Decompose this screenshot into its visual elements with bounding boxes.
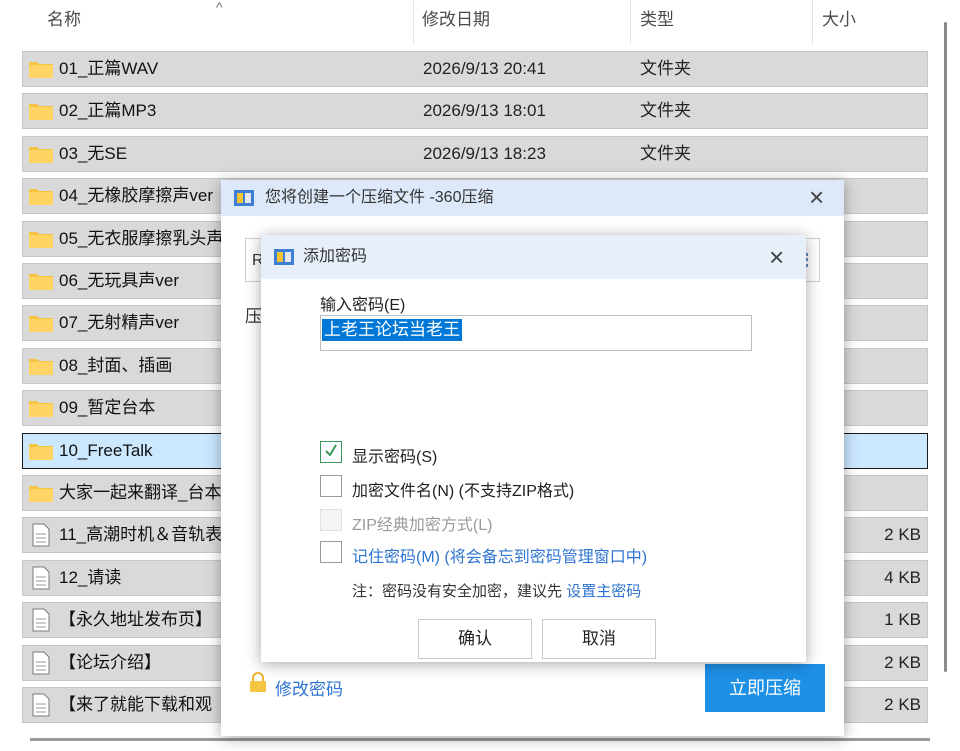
document-icon — [32, 523, 50, 547]
file-name: 11_高潮时机＆音轨表 — [59, 525, 223, 544]
column-divider[interactable] — [812, 0, 813, 44]
file-name: 08_封面、插画 — [59, 356, 173, 375]
zip-classic-checkbox — [320, 509, 342, 531]
folder-icon — [29, 444, 53, 460]
column-type-header[interactable]: 类型 — [640, 0, 674, 44]
app-360-icon — [234, 190, 254, 206]
document-icon — [32, 566, 50, 590]
folder-row[interactable]: 01_正篇WAV 2026/9/13 20:41 文件夹 — [22, 51, 928, 87]
password-input-label: 输入密码(E) — [320, 297, 406, 314]
file-name: 05_无衣服摩擦乳头声 — [59, 229, 224, 248]
column-header: 名称 ^ 修改日期 类型 大小 — [0, 0, 935, 44]
compress-dialog-titlebar[interactable]: 您将创建一个压缩文件 -360压缩 × — [221, 180, 844, 216]
close-icon[interactable]: × — [769, 244, 784, 270]
folder-icon — [29, 189, 53, 205]
remember-password-checkbox[interactable] — [320, 541, 342, 563]
encrypt-filenames-checkbox[interactable] — [320, 475, 342, 497]
folder-row[interactable]: 03_无SE 2026/9/13 18:23 文件夹 — [22, 136, 928, 172]
folder-icon — [29, 274, 53, 290]
folder-row[interactable]: 02_正篇MP3 2026/9/13 18:01 文件夹 — [22, 93, 928, 129]
folder-icon — [29, 486, 53, 502]
file-size: 2 KB — [884, 695, 921, 714]
column-date-header[interactable]: 修改日期 — [422, 0, 490, 44]
file-type: 文件夹 — [640, 59, 691, 78]
folder-icon — [29, 232, 53, 248]
cancel-button[interactable]: 取消 — [542, 619, 656, 659]
horizontal-scrollbar[interactable] — [30, 738, 930, 741]
set-master-password-link[interactable]: 设置主密码 — [566, 583, 641, 600]
file-name: 01_正篇WAV — [59, 59, 159, 78]
file-date: 2026/9/13 18:01 — [423, 101, 546, 120]
zip-classic-label: ZIP经典加密方式(L) — [352, 517, 493, 534]
password-dialog-title: 添加密码 — [303, 248, 368, 265]
folder-icon — [29, 147, 53, 163]
file-date: 2026/9/13 18:23 — [423, 144, 546, 163]
file-name: 02_正篇MP3 — [59, 101, 157, 120]
file-name: 04_无橡胶摩擦声ver — [59, 186, 213, 205]
add-password-dialog: 添加密码 × 输入密码(E) 上老王论坛当老王 显示密码(S) 加密文件名(N)… — [261, 235, 806, 662]
file-size: 1 KB — [884, 610, 921, 629]
compress-dialog-title: 您将创建一个压缩文件 -360压缩 — [265, 189, 494, 206]
folder-icon — [29, 104, 53, 120]
file-name: 【论坛介绍】 — [59, 653, 161, 672]
close-icon[interactable]: × — [809, 184, 824, 210]
column-divider[interactable] — [413, 0, 414, 44]
file-size: 2 KB — [884, 653, 921, 672]
sort-ascending-icon: ^ — [216, 0, 223, 15]
column-size-header[interactable]: 大小 — [822, 0, 856, 44]
remember-password-label[interactable]: 记住密码(M) (将会备忘到密码管理窗口中) — [352, 543, 647, 567]
column-divider[interactable] — [630, 0, 631, 44]
show-password-checkbox[interactable] — [320, 441, 342, 463]
file-name: 07_无射精声ver — [59, 313, 179, 332]
file-name: 【永久地址发布页】 — [59, 610, 212, 629]
vertical-scrollbar[interactable] — [944, 22, 947, 672]
file-name: 10_FreeTalk — [59, 441, 153, 460]
checkmark-icon — [325, 444, 337, 457]
app-360-icon — [274, 249, 294, 265]
security-note-text: 注：密码没有安全加密，建议先 — [352, 583, 563, 600]
file-name: 09_暂定台本 — [59, 398, 156, 417]
file-name: 12_请读 — [59, 568, 122, 587]
security-note: 注：密码没有安全加密，建议先 设置主密码 — [352, 580, 641, 601]
file-name: 03_无SE — [59, 144, 128, 163]
folder-icon — [29, 316, 53, 332]
modify-password-link[interactable]: 修改密码 — [275, 675, 343, 700]
password-input[interactable]: 上老王论坛当老王 — [320, 315, 752, 351]
file-size: 2 KB — [884, 525, 921, 544]
password-dialog-titlebar[interactable]: 添加密码 × — [261, 235, 806, 279]
column-name-header[interactable]: 名称 — [47, 0, 81, 44]
file-type: 文件夹 — [640, 101, 691, 120]
lock-icon — [250, 672, 266, 692]
confirm-button[interactable]: 确认 — [418, 619, 532, 659]
compress-now-button[interactable]: 立即压缩 — [705, 664, 825, 712]
document-icon — [32, 608, 50, 632]
folder-icon — [29, 401, 53, 417]
show-password-label[interactable]: 显示密码(S) — [352, 443, 437, 467]
file-date: 2026/9/13 20:41 — [423, 59, 546, 78]
file-name: 【来了就能下载和观 — [59, 695, 212, 714]
file-type: 文件夹 — [640, 144, 691, 163]
document-icon — [32, 651, 50, 675]
password-value: 上老王论坛当老王 — [322, 319, 462, 341]
folder-icon — [29, 62, 53, 78]
document-icon — [32, 693, 50, 717]
encrypt-filenames-label[interactable]: 加密文件名(N) (不支持ZIP格式) — [352, 477, 574, 501]
file-name: 06_无玩具声ver — [59, 271, 179, 290]
file-name: 大家一起来翻译_台本 — [59, 483, 222, 502]
folder-icon — [29, 359, 53, 375]
compress-option-label: 压 — [245, 307, 262, 326]
screen: 名称 ^ 修改日期 类型 大小 01_正篇WAV 2026/9/13 20:41 文… — [0, 0, 960, 751]
file-size: 4 KB — [884, 568, 921, 587]
